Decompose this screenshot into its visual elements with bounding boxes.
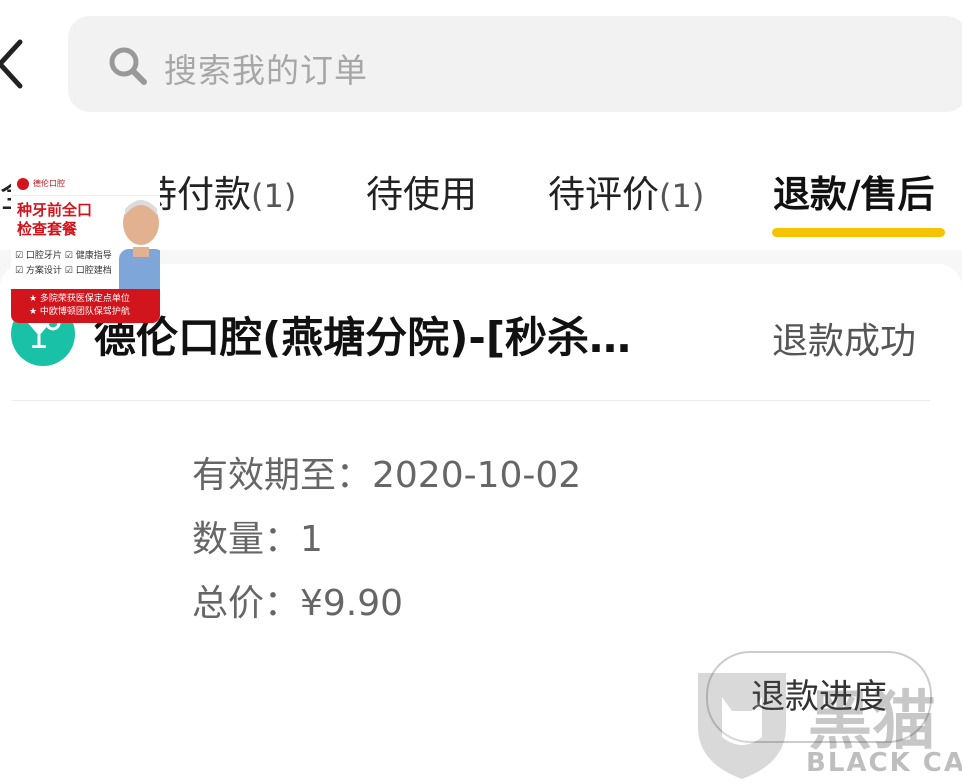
banner-text: ★ 多院荣获医保定点单位 ★ 中欧博顿团队保驾护航 [29, 294, 130, 317]
image-features: ☑ 口腔牙片 ☑ 健康指导 ☑ 方案设计 ☑ 口腔建档 [15, 251, 112, 276]
image-banner: ★ 多院荣获医保定点单位 ★ 中欧博顿团队保驾护航 [11, 289, 160, 323]
product-image[interactable]: 德伦口腔 种牙前全口 检查套餐 ☑ 口腔牙片 ☑ 健康指导 ☑ 方案设计 ☑ 口… [11, 173, 160, 323]
quantity: 数量：1 [192, 519, 323, 560]
tab-label: 待使用 [366, 173, 477, 216]
watermark-text-en: BLACK CAT [806, 748, 962, 778]
search-icon [109, 47, 147, 85]
search-bar[interactable]: 搜索我的订单 [68, 16, 962, 112]
divider [12, 400, 930, 401]
total-price: 总价：¥9.90 [192, 583, 404, 624]
tab-pending-use[interactable]: 待使用 [366, 164, 477, 218]
back-arrow-icon[interactable] [0, 36, 30, 92]
store-name[interactable]: 德伦口腔(燕塘分院)-[秒杀… [94, 304, 631, 365]
order-status: 退款成功 [772, 321, 917, 362]
validity-date: 有效期至：2020-10-02 [192, 455, 582, 496]
black-cat-watermark-icon [698, 673, 786, 779]
search-placeholder: 搜索我的订单 [164, 51, 368, 90]
tab-label: 退款/售后 [773, 173, 935, 216]
top-bar: 搜索我的订单 [0, 0, 962, 120]
tab-count: (1) [251, 177, 297, 215]
tab-label: 待评价 [548, 173, 659, 216]
doctor-portrait-icon [119, 200, 160, 297]
tab-count: (1) [659, 177, 705, 215]
brand-logo-text: 德伦口腔 [33, 179, 65, 188]
tab-refund-after-sales[interactable]: 退款/售后 [773, 164, 935, 218]
image-title: 种牙前全口 检查套餐 [17, 201, 93, 238]
tab-pending-payment[interactable]: 待付款(1) [140, 164, 296, 218]
tab-pending-review[interactable]: 待评价(1) [548, 164, 704, 218]
brand-logo-icon [17, 178, 29, 190]
active-tab-indicator [772, 228, 945, 237]
